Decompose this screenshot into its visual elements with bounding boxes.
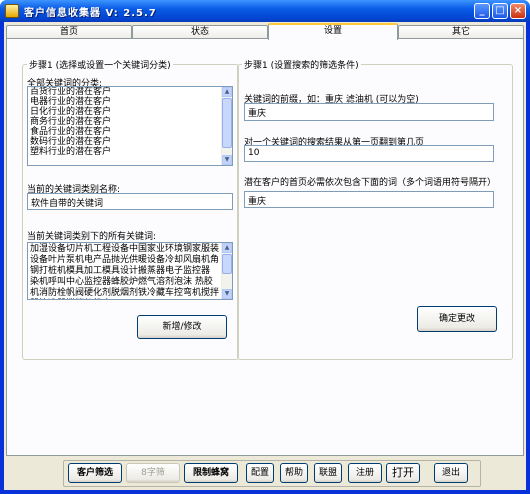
homepage-words-field[interactable]: 重庆 [244, 191, 494, 208]
list-item[interactable]: 日化行业的潜在客户 [28, 107, 232, 117]
keywords-scrollbar[interactable]: ▲ ▼ [221, 243, 232, 299]
help-button[interactable]: 帮助 [280, 463, 308, 483]
eight-char-filter-button[interactable]: 8字筛 [126, 463, 180, 483]
register-button[interactable]: 注册 [348, 463, 382, 483]
list-item[interactable]: 商务行业的潜在客户 [28, 117, 232, 127]
scroll-up-arrow-icon[interactable]: ▲ [222, 243, 232, 253]
app-icon [5, 4, 19, 18]
alliance-button[interactable]: 联盟 [314, 463, 342, 483]
window-title: 客户信息收集器 V: 2.5.7 [24, 8, 157, 19]
scroll-down-arrow-icon[interactable]: ▼ [222, 289, 232, 299]
pages-field[interactable]: 10 [244, 145, 494, 162]
keywords-label: 当前关键词类别下的所有关键词: [27, 232, 157, 242]
tab-other[interactable]: 其它 [398, 25, 524, 39]
keywords-text: 加湿设备切片机工程设备中国家业环境钢家服装设备叶片泵机电产品抛光供暖设备冷却风扇… [30, 244, 220, 298]
keywords-textarea[interactable]: 加湿设备切片机工程设备中国家业环境钢家服装设备叶片泵机电产品抛光供暖设备冷却风扇… [27, 242, 233, 300]
settings-panel: 步骤1 (选择或设置一个关键词分类) 全部关键词的分类: 百货行业的潜在客户 电… [6, 38, 524, 456]
tab-settings[interactable]: 设置 [268, 23, 398, 40]
list-item[interactable]: 数码行业的潜在客户 [28, 137, 232, 147]
maximize-button[interactable]: □ [492, 3, 508, 19]
category-listbox[interactable]: 百货行业的潜在客户 电器行业的潜在客户 日化行业的潜在客户 商务行业的潜在客户 … [27, 86, 233, 166]
limit-honeycomb-button[interactable]: 限制蜂窝 [184, 463, 238, 483]
list-item[interactable]: 电器行业的潜在客户 [28, 97, 232, 107]
bottom-toolbar: 客户筛选 8字筛 限制蜂窝 配置 帮助 联盟 注册 打开 退出 [6, 460, 524, 488]
add-modify-button[interactable]: 新增/修改 [137, 315, 227, 339]
scroll-thumb[interactable] [222, 98, 232, 148]
list-item[interactable]: 食品行业的潜在客户 [28, 127, 232, 137]
list-item[interactable]: 塑料行业的潜在客户 [28, 147, 232, 157]
homepage-words-label: 潜在客户的首页必需依次包含下面的词（多个词语用符号隔开） [244, 178, 497, 188]
title-bar[interactable]: 客户信息收集器 V: 2.5.7 _ □ × [0, 0, 530, 22]
scroll-down-arrow-icon[interactable]: ▼ [222, 155, 232, 165]
tab-strip: 首页 状态 设置 其它 [4, 23, 526, 40]
scroll-up-arrow-icon[interactable]: ▲ [222, 87, 232, 97]
current-category-field[interactable]: 软件自带的关键词 [27, 193, 233, 210]
category-scrollbar[interactable]: ▲ ▼ [221, 87, 232, 165]
search-filter-legend: 步骤1 (设置搜索的筛选条件) [244, 61, 359, 71]
open-button[interactable]: 打开 [386, 463, 420, 483]
scroll-thumb[interactable] [222, 254, 232, 274]
minimize-button[interactable]: _ [474, 3, 490, 19]
app-window: 客户信息收集器 V: 2.5.7 _ □ × 首页 状态 设置 其它 步骤1 (… [0, 0, 530, 494]
list-item[interactable]: 百货行业的潜在客户 [28, 87, 232, 97]
category-group-legend: 步骤1 (选择或设置一个关键词分类) [29, 61, 171, 71]
customer-filter-button[interactable]: 客户筛选 [68, 463, 122, 483]
client-area: 首页 状态 设置 其它 步骤1 (选择或设置一个关键词分类) 全部关键词的分类:… [4, 22, 526, 490]
confirm-changes-button[interactable]: 确定更改 [417, 306, 497, 332]
exit-button[interactable]: 退出 [434, 463, 468, 483]
close-button[interactable]: × [510, 3, 526, 19]
config-button[interactable]: 配置 [246, 463, 274, 483]
prefix-field[interactable]: 重庆 [244, 103, 494, 121]
tab-status[interactable]: 状态 [132, 25, 268, 39]
tab-home[interactable]: 首页 [6, 25, 132, 39]
